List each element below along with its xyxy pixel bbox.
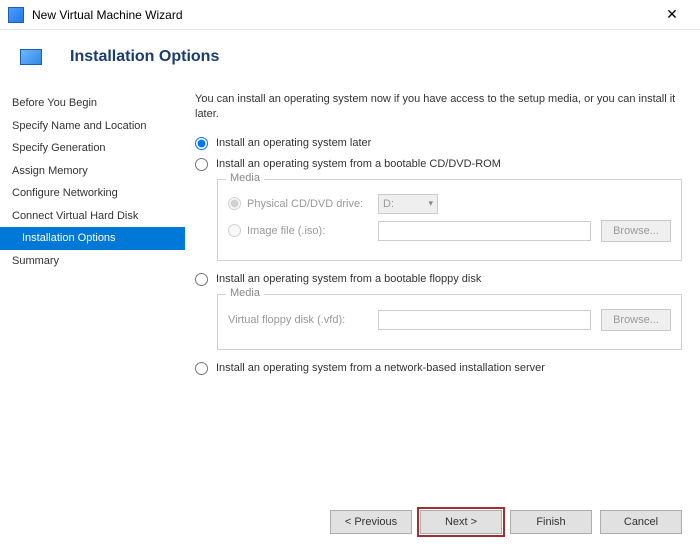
page-title: Installation Options	[70, 48, 219, 66]
step-assign-memory[interactable]: Assign Memory	[0, 160, 185, 183]
option-install-floppy[interactable]: Install an operating system from a boota…	[195, 273, 682, 286]
media-fieldset: Media Physical CD/DVD drive: D: Image fi…	[217, 179, 682, 261]
option-install-network[interactable]: Install an operating system from a netwo…	[195, 362, 682, 375]
cancel-button[interactable]: Cancel	[600, 510, 682, 534]
radio-image-file	[228, 224, 241, 237]
option-install-later[interactable]: Install an operating system later	[195, 137, 682, 150]
app-icon	[8, 7, 24, 23]
radio-install-floppy[interactable]	[195, 273, 208, 286]
browse-iso-button: Browse...	[601, 220, 671, 242]
step-summary[interactable]: Summary	[0, 250, 185, 273]
label-install-network: Install an operating system from a netwo…	[216, 362, 545, 374]
label-image-file: Image file (.iso):	[247, 225, 325, 237]
radio-install-network[interactable]	[195, 362, 208, 375]
drive-select: D:	[378, 194, 438, 214]
radio-install-later[interactable]	[195, 137, 208, 150]
finish-button[interactable]: Finish	[510, 510, 592, 534]
floppy-file-input	[378, 310, 591, 330]
window-title: New Virtual Machine Wizard	[32, 8, 652, 22]
step-configure-networking[interactable]: Configure Networking	[0, 182, 185, 205]
floppy-label: Virtual floppy disk (.vfd):	[228, 314, 368, 326]
step-specify-generation[interactable]: Specify Generation	[0, 137, 185, 160]
previous-button[interactable]: < Previous	[330, 510, 412, 534]
step-connect-disk[interactable]: Connect Virtual Hard Disk	[0, 205, 185, 228]
wizard-icon	[20, 49, 42, 65]
floppy-fieldset: Media Virtual floppy disk (.vfd): Browse…	[217, 294, 682, 350]
label-install-later: Install an operating system later	[216, 137, 371, 149]
next-button[interactable]: Next >	[420, 510, 502, 534]
wizard-header: Installation Options	[0, 30, 700, 84]
radio-physical-drive	[228, 197, 241, 210]
image-file-option: Image file (.iso):	[228, 224, 368, 237]
label-install-floppy: Install an operating system from a boota…	[216, 273, 481, 285]
browse-vfd-button: Browse...	[601, 309, 671, 331]
intro-text: You can install an operating system now …	[195, 92, 682, 123]
close-button[interactable]: ✕	[652, 1, 692, 29]
media-legend: Media	[226, 172, 264, 184]
physical-drive-option: Physical CD/DVD drive:	[228, 197, 368, 210]
step-before-you-begin[interactable]: Before You Begin	[0, 92, 185, 115]
wizard-steps-sidebar: Before You Begin Specify Name and Locati…	[0, 84, 185, 494]
content-panel: You can install an operating system now …	[185, 84, 700, 494]
label-physical-drive: Physical CD/DVD drive:	[247, 198, 363, 210]
wizard-footer: < Previous Next > Finish Cancel	[0, 494, 700, 550]
step-specify-name[interactable]: Specify Name and Location	[0, 115, 185, 138]
label-install-cd: Install an operating system from a boota…	[216, 158, 501, 170]
step-installation-options[interactable]: Installation Options	[0, 227, 185, 250]
radio-install-cd[interactable]	[195, 158, 208, 171]
titlebar: New Virtual Machine Wizard ✕	[0, 0, 700, 30]
floppy-legend: Media	[226, 287, 264, 299]
image-file-input	[378, 221, 591, 241]
option-install-cd[interactable]: Install an operating system from a boota…	[195, 158, 682, 171]
